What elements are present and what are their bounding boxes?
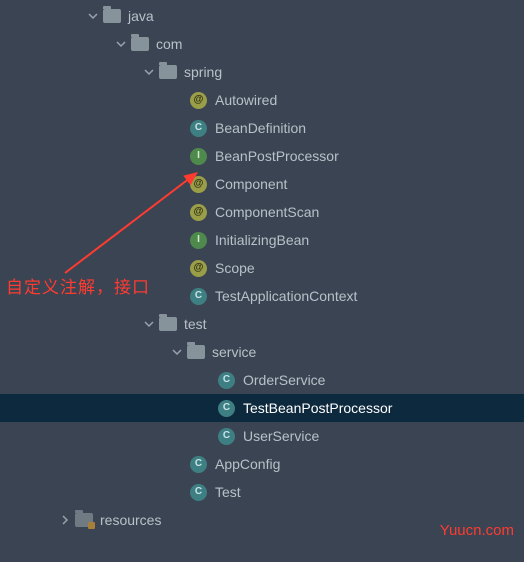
chevron-down-icon[interactable] [141,64,157,80]
tree-row-initializingbean[interactable]: I InitializingBean [0,226,524,254]
tree-label: test [184,316,207,332]
tree-row-component[interactable]: @ Component [0,170,524,198]
tree-row-componentscan[interactable]: @ ComponentScan [0,198,524,226]
tree-label: java [128,8,154,24]
tree-label: BeanPostProcessor [215,148,339,164]
folder-icon [131,37,149,51]
watermark-text: Yuucn.com [440,522,514,539]
tree-row-service[interactable]: service [0,338,524,366]
interface-icon: I [190,232,207,249]
folder-icon [159,317,177,331]
tree-label: spring [184,64,222,80]
chevron-down-icon[interactable] [169,344,185,360]
annotation-icon: @ [190,260,207,277]
tree-row-beandefinition[interactable]: C BeanDefinition [0,114,524,142]
tree-row-autowired[interactable]: @ Autowired [0,86,524,114]
class-icon: C [190,288,207,305]
tree-row-java[interactable]: java [0,2,524,30]
class-icon: C [218,428,235,445]
class-icon: C [218,400,235,417]
chevron-down-icon[interactable] [85,8,101,24]
tree-label: TestBeanPostProcessor [243,400,392,416]
tree-row-testclass[interactable]: C Test [0,478,524,506]
folder-icon [187,345,205,359]
tree-label: BeanDefinition [215,120,306,136]
tree-label: resources [100,512,161,528]
resource-folder-icon [75,513,93,527]
project-tree: java com spring @ Autowired C BeanDefini… [0,0,524,534]
tree-label: OrderService [243,372,325,388]
class-icon: C [190,120,207,137]
interface-icon: I [190,148,207,165]
tree-label: AppConfig [215,456,280,472]
chevron-down-icon[interactable] [113,36,129,52]
tree-label: Component [215,176,287,192]
tree-label: InitializingBean [215,232,309,248]
tree-label: Test [215,484,241,500]
tree-row-com[interactable]: com [0,30,524,58]
tree-row-appconfig[interactable]: C AppConfig [0,450,524,478]
tree-row-beanpostprocessor[interactable]: I BeanPostProcessor [0,142,524,170]
tree-label: Autowired [215,92,277,108]
folder-icon [159,65,177,79]
annotation-text: 自定义注解，接口 [6,273,150,298]
tree-label: service [212,344,256,360]
tree-label: TestApplicationContext [215,288,357,304]
class-icon: C [190,484,207,501]
tree-row-orderservice[interactable]: C OrderService [0,366,524,394]
tree-label: UserService [243,428,319,444]
chevron-down-icon[interactable] [141,316,157,332]
tree-row-spring[interactable]: spring [0,58,524,86]
tree-row-testbeanpostprocessor[interactable]: C TestBeanPostProcessor [0,394,524,422]
tree-label: com [156,36,182,52]
tree-row-test[interactable]: test [0,310,524,338]
chevron-right-icon[interactable] [57,512,73,528]
annotation-icon: @ [190,92,207,109]
tree-label: Scope [215,260,255,276]
tree-label: ComponentScan [215,204,319,220]
folder-icon [103,9,121,23]
annotation-icon: @ [190,204,207,221]
annotation-icon: @ [190,176,207,193]
class-icon: C [218,372,235,389]
tree-row-userservice[interactable]: C UserService [0,422,524,450]
class-icon: C [190,456,207,473]
